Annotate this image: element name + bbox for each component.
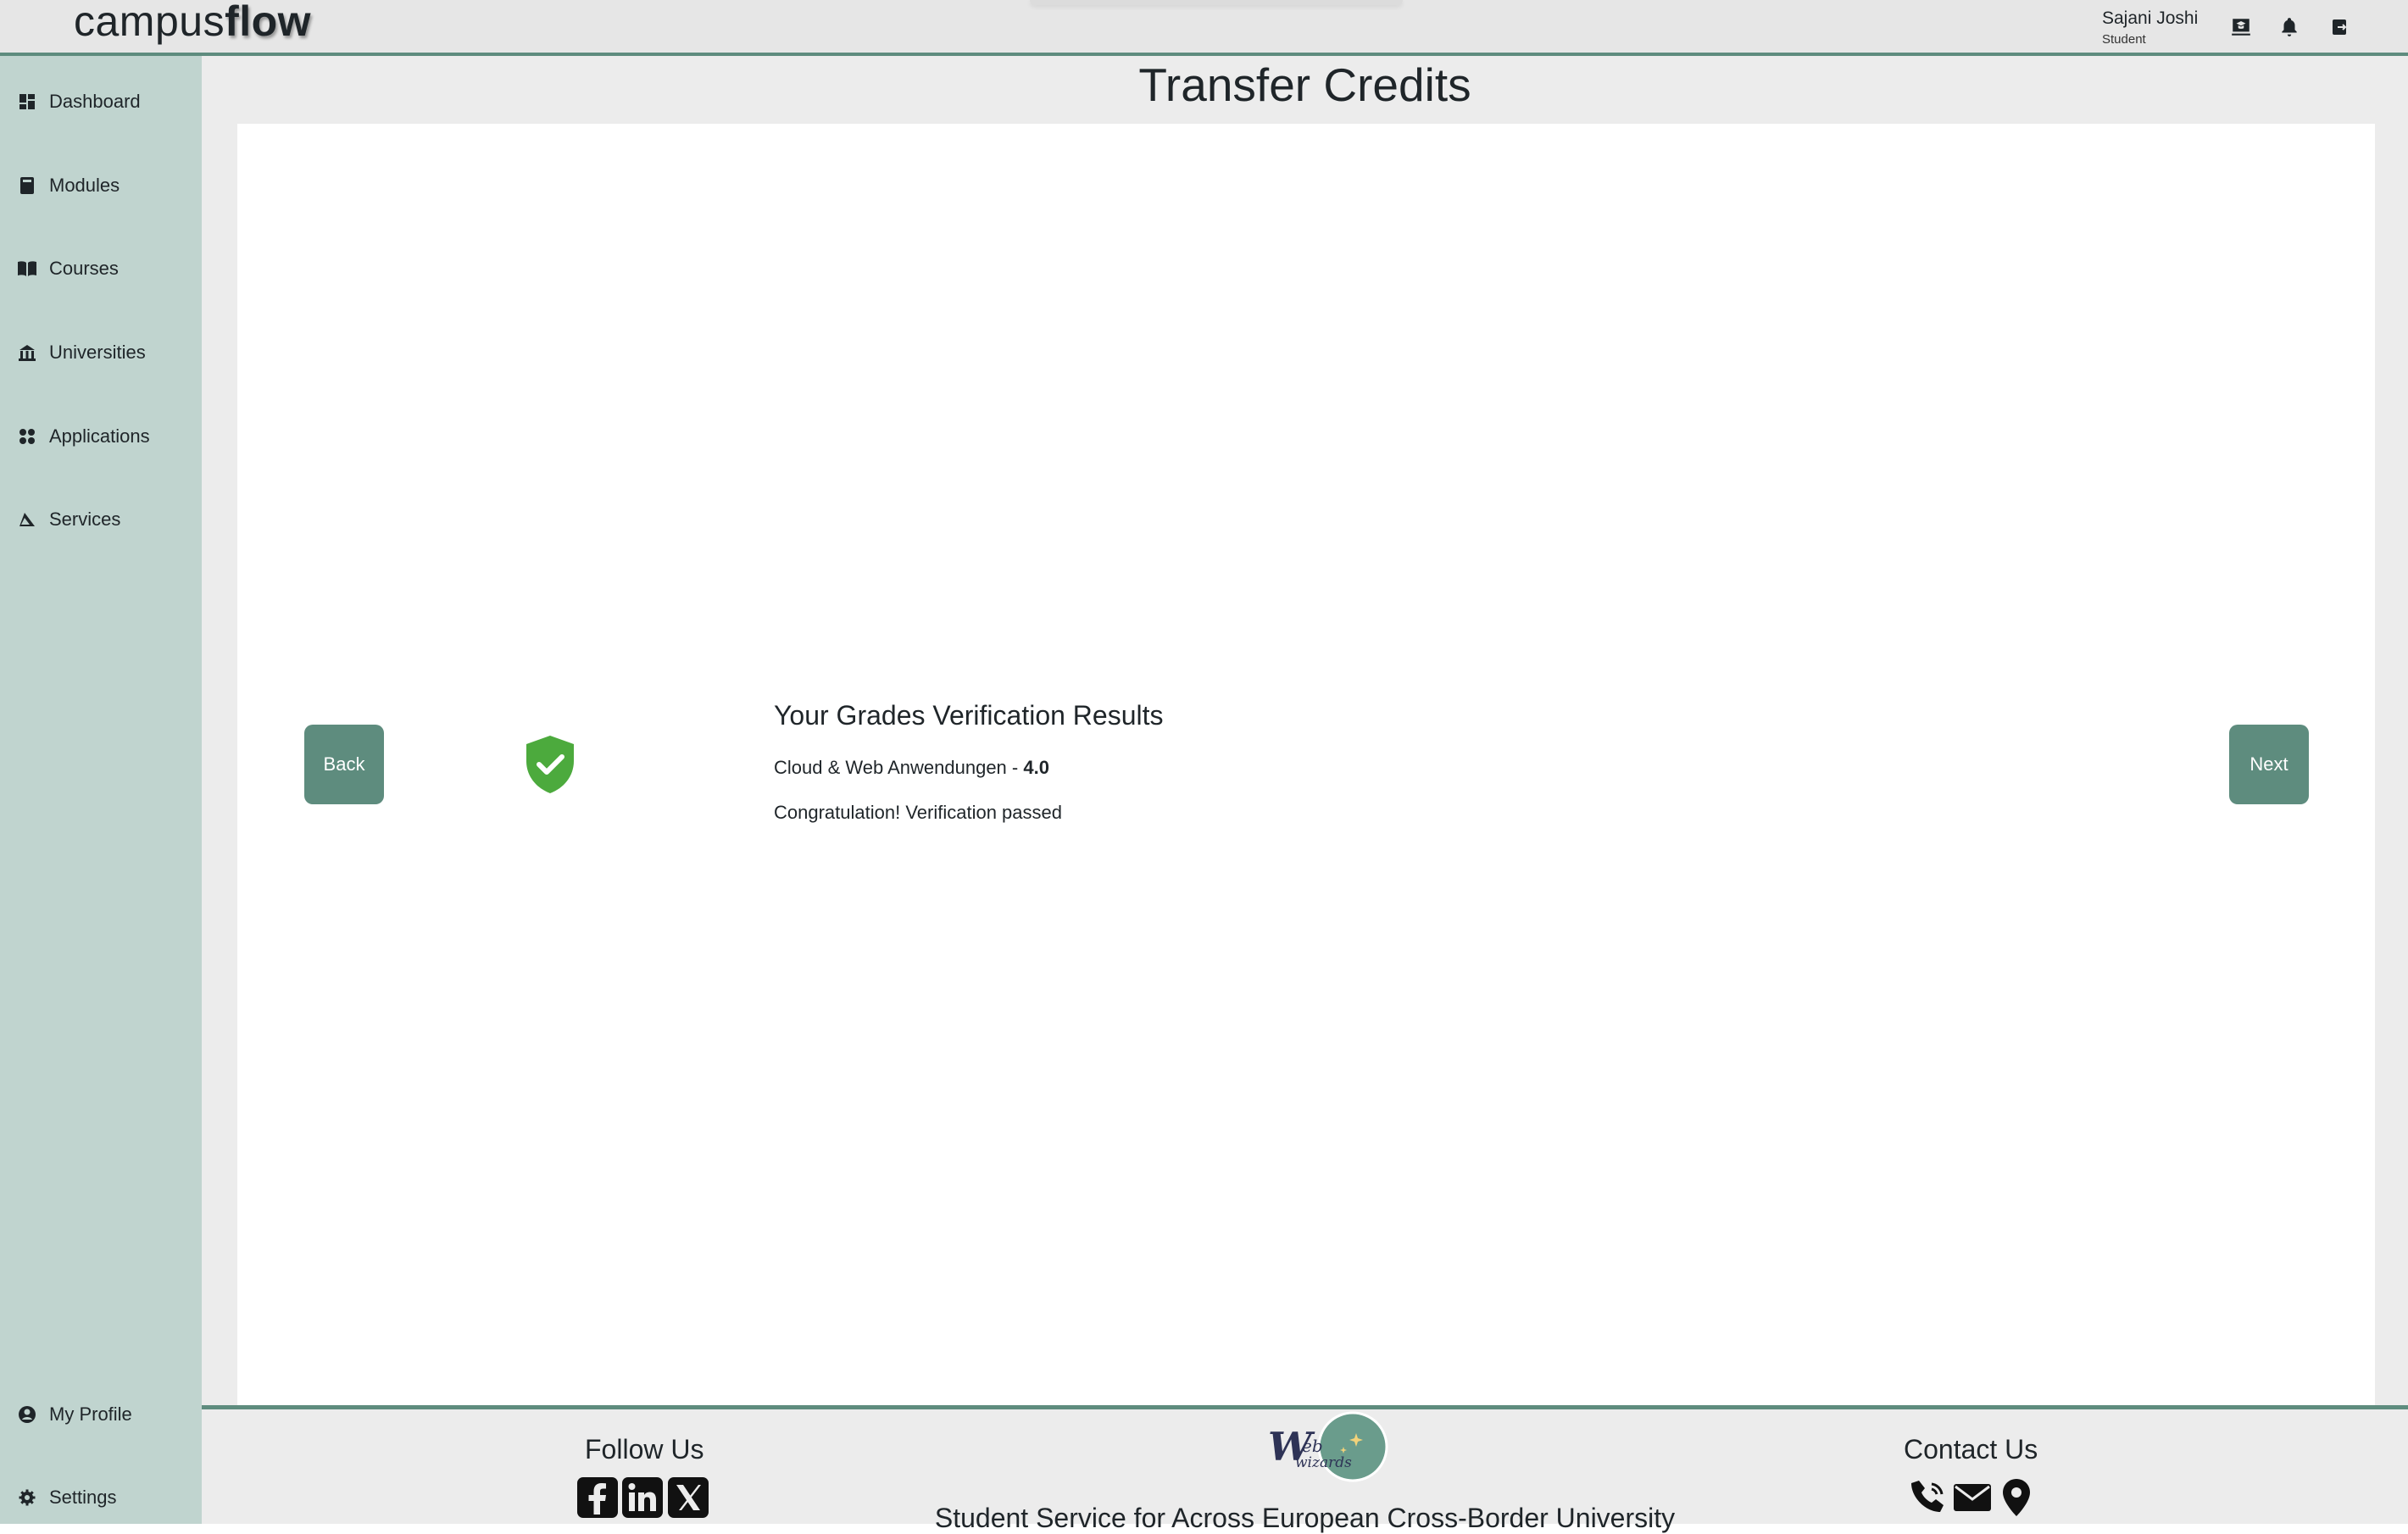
sidebar-item-services[interactable]: Services bbox=[0, 494, 202, 545]
sidebar-item-label: Settings bbox=[49, 1487, 117, 1508]
footer-tagline: Student Service for Across European Cros… bbox=[934, 1503, 1676, 1533]
sidebar-item-label: My Profile bbox=[49, 1403, 132, 1425]
module-name: Cloud & Web Anwendungen - bbox=[774, 757, 1024, 778]
apps-icon bbox=[17, 426, 37, 447]
sidebar-item-label: Modules bbox=[49, 175, 120, 196]
gear-icon bbox=[17, 1487, 37, 1508]
verification-title: Your Grades Verification Results bbox=[774, 700, 1164, 731]
sidebar-item-my-profile[interactable]: My Profile bbox=[0, 1389, 202, 1440]
top-bar: campusflow Sajani Joshi Student bbox=[0, 0, 2408, 56]
logo-bold-text: flow bbox=[225, 0, 312, 45]
sidebar-item-label: Applications bbox=[49, 425, 150, 447]
contact-us-heading: Contact Us bbox=[1904, 1434, 2038, 1465]
sidebar-item-label: Dashboard bbox=[49, 91, 141, 112]
profile-icon bbox=[17, 1404, 37, 1425]
svg-text:eb: eb bbox=[1302, 1436, 1323, 1456]
follow-us-heading: Follow Us bbox=[585, 1434, 704, 1465]
open-book-icon bbox=[17, 258, 37, 279]
page-title: Transfer Credits bbox=[1138, 58, 1471, 111]
user-role: Student bbox=[2102, 32, 2146, 47]
top-tab-indicator bbox=[1030, 0, 1403, 5]
sidebar: Dashboard Modules Courses Universities A… bbox=[0, 56, 202, 1524]
university-icon bbox=[17, 342, 37, 363]
grade-value: 4.0 bbox=[1023, 757, 1049, 778]
sidebar-item-universities[interactable]: Universities bbox=[0, 327, 202, 378]
dashboard-icon bbox=[17, 92, 37, 112]
next-button[interactable]: Next bbox=[2229, 725, 2309, 804]
svg-text:wizards: wizards bbox=[1295, 1454, 1352, 1471]
logo-light-text: campus bbox=[74, 0, 225, 45]
book-icon bbox=[17, 175, 37, 196]
services-icon bbox=[17, 509, 37, 530]
app-logo[interactable]: campusflow bbox=[74, 0, 311, 46]
sidebar-item-label: Universities bbox=[49, 342, 146, 363]
logout-icon[interactable] bbox=[2327, 14, 2353, 40]
sidebar-item-label: Courses bbox=[49, 258, 119, 279]
sidebar-item-settings[interactable]: Settings bbox=[0, 1472, 202, 1523]
verification-message: Congratulation! Verification passed bbox=[774, 802, 1062, 823]
bell-icon[interactable] bbox=[2277, 14, 2302, 40]
sidebar-item-modules[interactable]: Modules bbox=[0, 160, 202, 211]
sidebar-item-courses[interactable]: Courses bbox=[0, 243, 202, 294]
user-name: Sajani Joshi bbox=[2102, 8, 2199, 28]
graduation-icon[interactable] bbox=[2228, 14, 2254, 40]
web-wizards-logo: W eb wizards bbox=[1236, 1409, 1405, 1490]
sidebar-item-applications[interactable]: Applications bbox=[0, 411, 202, 462]
footer: Follow Us W eb wizards Contact Us Studen… bbox=[202, 1405, 2408, 1533]
back-button[interactable]: Back bbox=[304, 725, 384, 804]
module-grade-line: Cloud & Web Anwendungen - 4.0 bbox=[774, 757, 1049, 779]
shield-check-icon bbox=[523, 734, 577, 795]
user-info: Sajani Joshi Student bbox=[2102, 8, 2198, 47]
sidebar-item-label: Services bbox=[49, 509, 121, 530]
sidebar-item-dashboard[interactable]: Dashboard bbox=[0, 76, 202, 127]
